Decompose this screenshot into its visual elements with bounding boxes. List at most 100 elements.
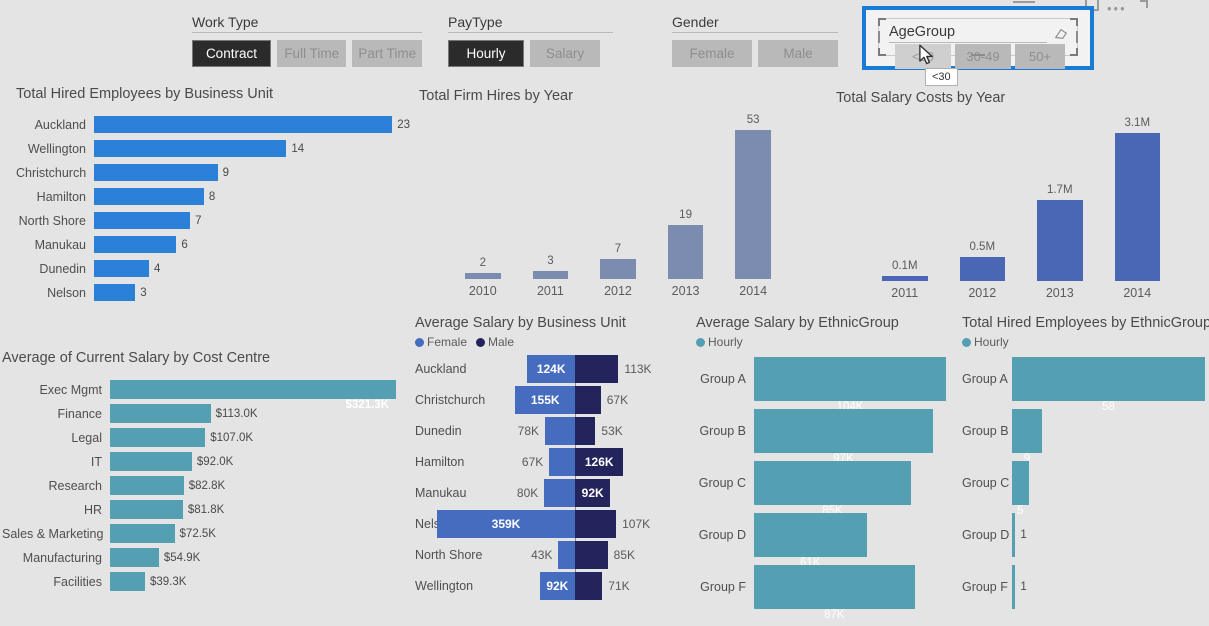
slicer-option-contract[interactable]: Contract — [192, 40, 271, 67]
chart-bar-row[interactable]: Auckland 23 — [16, 116, 410, 133]
chart-bar-row[interactable]: Wellington 14 — [16, 140, 410, 157]
chart-column-group[interactable]: 3.1M — [1114, 116, 1160, 281]
chart-bar-row[interactable]: Dunedin 4 — [16, 260, 410, 277]
slicer-option-female[interactable]: Female — [672, 40, 752, 67]
slicer-option-full-time[interactable]: Full Time — [276, 40, 347, 67]
male-bar[interactable] — [575, 355, 619, 383]
chart-column-group[interactable]: 2 — [465, 114, 501, 279]
chart-bar-row[interactable]: Group C5 — [962, 461, 1205, 517]
chart-bar-row[interactable]: Wellington 92K 71K — [415, 572, 690, 600]
resize-handle-right[interactable] — [1076, 31, 1078, 43]
slicer-option-part-time[interactable]: Part Time — [352, 40, 423, 67]
resize-handle-bottom-right[interactable] — [1070, 48, 1078, 56]
chart-bar-row[interactable]: HR $81.8K — [2, 500, 396, 519]
chart-column-group[interactable]: 3 — [532, 114, 569, 279]
bar-fill[interactable] — [1012, 461, 1029, 505]
bar-fill[interactable] — [94, 236, 177, 253]
bar-fill[interactable] — [94, 188, 204, 205]
chart-bar-row[interactable]: Group A 104K — [696, 357, 946, 413]
chart-bar-row[interactable]: Christchurch 9 — [16, 164, 410, 181]
slicer-option-male[interactable]: Male — [758, 40, 838, 67]
bar-fill[interactable] — [1012, 409, 1042, 453]
male-bar[interactable] — [575, 572, 603, 600]
bar-fill[interactable] — [94, 212, 191, 229]
resize-handle-bottom[interactable] — [971, 54, 985, 56]
column-bar[interactable] — [465, 273, 501, 279]
female-bar[interactable] — [558, 541, 575, 569]
chart-bar-row[interactable]: Group B9 — [962, 409, 1205, 465]
chart-bar-row[interactable]: Finance $113.0K — [2, 404, 396, 423]
bar-fill[interactable] — [110, 428, 206, 447]
male-bar[interactable] — [575, 386, 601, 414]
visual-avg-salary-by-business-unit[interactable]: Average Salary by Business Unit Female Ma… — [415, 315, 690, 615]
slicer-option-hourly[interactable]: Hourly — [448, 40, 524, 67]
bar-fill[interactable] — [94, 140, 287, 157]
resize-handle-top-left[interactable] — [878, 18, 886, 26]
female-bar[interactable]: 359K — [437, 510, 575, 538]
resize-handle-bottom-left[interactable] — [878, 48, 886, 56]
chart-column-group[interactable]: 0.5M — [959, 116, 1005, 281]
chart-bar-row[interactable]: Exec Mgmt $321.3K — [2, 380, 396, 411]
chart-bar-row[interactable]: Nelson 359K 107K — [415, 510, 690, 538]
column-bar[interactable] — [532, 270, 569, 279]
chart-bar-row[interactable]: Nelson 3 — [16, 284, 410, 301]
chart-bar-row[interactable]: Facilities $39.3K — [2, 572, 396, 591]
bar-fill[interactable] — [110, 404, 211, 423]
bar-fill[interactable] — [110, 524, 175, 543]
female-bar[interactable] — [545, 417, 575, 445]
chart-bar-row[interactable]: Group A 58 — [962, 357, 1205, 413]
slicer-option-50-plus[interactable]: 50+ — [1015, 44, 1065, 69]
chart-bar-row[interactable]: Hamilton 67K 126K — [415, 448, 690, 476]
chart-bar-row[interactable]: North Shore 7 — [16, 212, 410, 229]
bar-fill[interactable] — [1012, 565, 1016, 609]
male-bar[interactable] — [575, 541, 608, 569]
bar-fill[interactable] — [110, 548, 159, 567]
male-bar[interactable]: 126K — [575, 448, 624, 476]
visual-firm-hires-by-year[interactable]: Total Firm Hires by Year 2 3 7 19 53 2010 2011… — [419, 88, 809, 300]
visual-hired-by-business-unit[interactable]: Total Hired Employees by Business Unit A… — [16, 86, 410, 321]
chart-bar-row[interactable]: Auckland 124K 113K — [415, 355, 690, 383]
chart-column-group[interactable]: 1.7M — [1037, 116, 1083, 281]
bar-fill[interactable] — [110, 500, 183, 519]
chart-bar-row[interactable]: Research $82.8K — [2, 476, 396, 495]
eraser-icon[interactable] — [1053, 27, 1069, 41]
chart-bar-row[interactable]: Group B 97K — [696, 409, 946, 465]
visual-hired-by-ethnicgroup[interactable]: Total Hired Employees by EthnicGroup Hou… — [962, 315, 1209, 615]
female-bar[interactable] — [549, 448, 575, 476]
more-options-icon[interactable]: ••• — [1107, 2, 1127, 15]
male-bar[interactable] — [575, 510, 617, 538]
column-bar[interactable] — [600, 259, 636, 279]
column-bar[interactable] — [959, 257, 1005, 281]
minimize-icon[interactable] — [1013, 1, 1035, 3]
chart-bar-row[interactable]: IT $92.0K — [2, 452, 396, 471]
chart-bar-row[interactable]: Christchurch 155K 67K — [415, 386, 690, 414]
bar-fill[interactable] — [94, 116, 393, 133]
resize-handle-left[interactable] — [878, 31, 880, 43]
bar-fill[interactable] — [110, 452, 192, 471]
chart-bar-row[interactable]: Manukau 80K 92K — [415, 479, 690, 507]
bar-fill[interactable] — [754, 513, 867, 557]
resize-handle-top-right[interactable] — [1070, 18, 1078, 26]
female-bar[interactable]: 92K — [539, 572, 575, 600]
column-bar[interactable] — [1037, 199, 1083, 281]
slicer-option-salary[interactable]: Salary — [530, 40, 600, 67]
male-bar[interactable] — [575, 417, 596, 445]
chart-bar-row[interactable]: Sales & Marketing $72.5K — [2, 524, 396, 543]
slicer-option-30-49[interactable]: 30-49 — [955, 44, 1011, 69]
column-bar[interactable] — [882, 276, 928, 281]
male-bar[interactable]: 92K — [575, 479, 611, 507]
column-bar[interactable] — [735, 130, 771, 279]
visual-salary-costs-by-year[interactable]: Total Salary Costs by Year 0.1M 0.5M 1.7M 3… — [836, 90, 1196, 300]
bar-fill[interactable] — [110, 572, 145, 591]
chart-bar-row[interactable]: Manufacturing $54.9K — [2, 548, 396, 567]
female-bar[interactable]: 155K — [515, 386, 575, 414]
chart-bar-row[interactable]: Legal $107.0K — [2, 428, 396, 447]
bar-fill[interactable] — [754, 461, 911, 505]
bar-fill[interactable] — [94, 260, 149, 277]
chart-bar-row[interactable]: North Shore 43K 85K — [415, 541, 690, 569]
chart-bar-row[interactable]: Group D 61K — [696, 513, 946, 569]
bar-fill[interactable] — [1012, 357, 1205, 401]
female-bar[interactable] — [544, 479, 575, 507]
chart-bar-row[interactable]: Group F 1 — [962, 565, 1205, 609]
chart-column-group[interactable]: 53 — [735, 114, 771, 279]
